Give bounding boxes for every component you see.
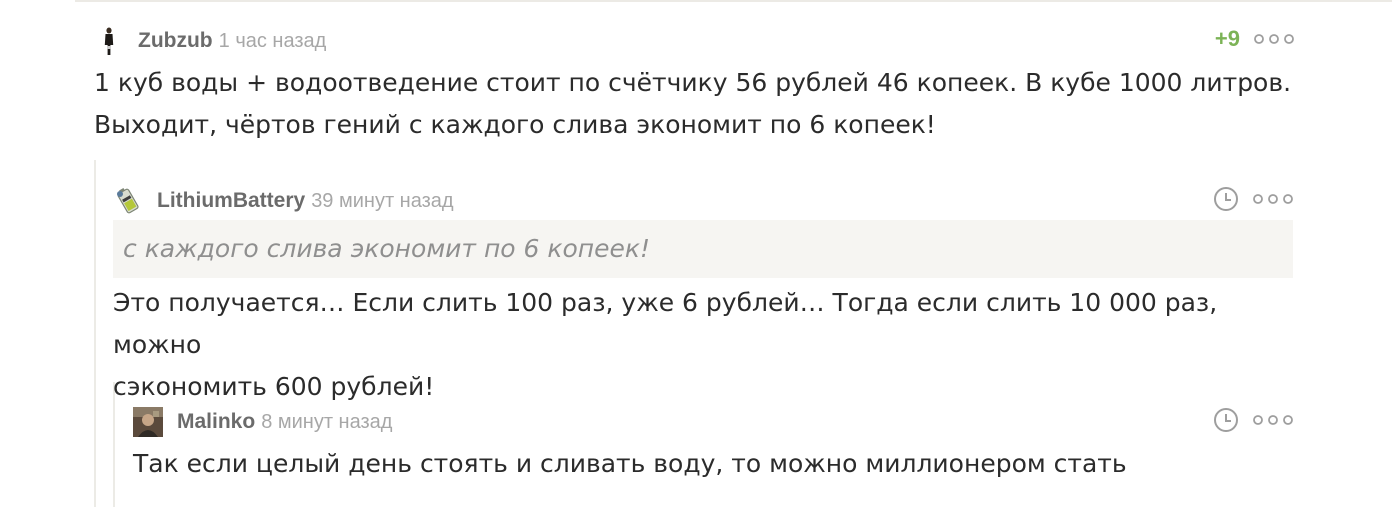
comment-text-line: сэкономить 600 рублей!	[113, 372, 435, 401]
clock-icon[interactable]	[1213, 407, 1239, 433]
more-dots-icon[interactable]	[1254, 32, 1294, 46]
comment-malinko: Malinko 8 минут назад Так если целый ден…	[133, 405, 1293, 485]
battery-avatar-icon[interactable]	[113, 186, 143, 216]
comment-time[interactable]: 8 минут назад	[261, 411, 392, 434]
comment-lithiumbattery: LithiumBattery 39 минут назад с каждого …	[113, 184, 1293, 408]
comment-actions	[1213, 407, 1293, 433]
photo-avatar-icon[interactable]	[133, 407, 163, 437]
comment-zubzub: Zubzub 1 час назад +9 1 куб воды + водоо…	[94, 24, 1294, 146]
comment-header: Zubzub 1 час назад +9	[94, 24, 1294, 58]
author-name[interactable]: Zubzub	[138, 29, 213, 53]
author-name[interactable]: Malinko	[177, 410, 255, 434]
comment-time[interactable]: 1 час назад	[219, 30, 327, 53]
clock-icon[interactable]	[1213, 186, 1239, 212]
comment-actions: +9	[1215, 26, 1294, 52]
rating-value: +9	[1214, 26, 1240, 51]
comment-text: Так если целый день стоять и сливать вод…	[133, 443, 1293, 485]
top-divider	[75, 0, 1392, 2]
quote-block: с каждого слива экономит по 6 копеек!	[113, 220, 1293, 278]
author-name[interactable]: LithiumBattery	[157, 189, 305, 213]
comment-text: 1 куб воды + водоотведение стоит по счёт…	[94, 62, 1294, 146]
comment-time[interactable]: 39 минут назад	[311, 190, 453, 213]
comment-text: Это получается… Если слить 100 раз, уже …	[113, 282, 1293, 408]
thread-indent-line	[94, 160, 96, 507]
person-silhouette-icon[interactable]	[94, 26, 124, 56]
more-dots-icon[interactable]	[1253, 192, 1293, 206]
comment-text-line: 1 куб воды + водоотведение стоит по счёт…	[94, 68, 1292, 97]
comment-text-line: Это получается… Если слить 100 раз, уже …	[113, 288, 1218, 359]
comment-header: LithiumBattery 39 минут назад	[113, 184, 1293, 218]
comment-text-line: Так если целый день стоять и сливать вод…	[133, 449, 1127, 478]
more-dots-icon[interactable]	[1253, 413, 1293, 427]
comment-header: Malinko 8 минут назад	[133, 405, 1293, 439]
comment-actions	[1213, 186, 1293, 212]
comment-text-line: Выходит, чёртов гений с каждого слива эк…	[94, 110, 936, 139]
